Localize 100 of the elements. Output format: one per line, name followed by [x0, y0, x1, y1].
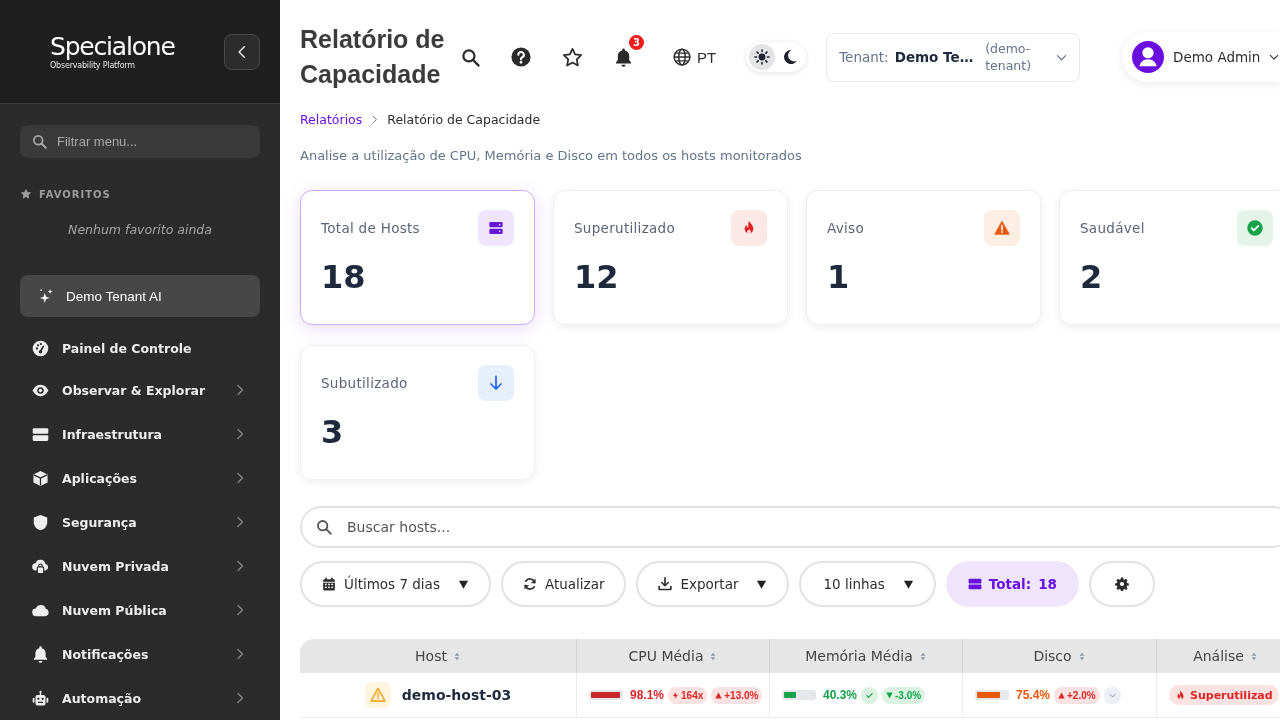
avatar-icon	[1132, 41, 1164, 73]
lightning-icon	[672, 691, 680, 699]
chevron-down-icon	[1103, 686, 1121, 704]
nav-item[interactable]: Automação	[20, 676, 260, 720]
refresh-button[interactable]: Atualizar	[500, 561, 627, 607]
bell-icon	[613, 47, 633, 67]
search-icon	[32, 134, 47, 149]
caret-down-icon	[902, 578, 914, 590]
chevron-down-icon	[1269, 52, 1280, 62]
arrow-down-icon	[478, 365, 514, 401]
total-count-chip[interactable]: Total: 18	[945, 561, 1079, 607]
star-icon	[561, 46, 583, 68]
nav-item[interactable]: Notificações	[20, 632, 260, 676]
stat-label: Saudável	[1080, 220, 1145, 236]
nav-item[interactable]: Aplicações	[20, 456, 260, 500]
bell-icon	[32, 645, 49, 663]
status-label: Superutilizad	[1190, 688, 1273, 702]
check-icon	[861, 686, 879, 704]
stat-label: Aviso	[827, 220, 864, 236]
caret-down-icon	[756, 578, 768, 590]
sort-icon	[709, 651, 718, 661]
settings-icon	[1114, 577, 1129, 591]
host-search-field[interactable]: Buscar hosts...	[300, 506, 1280, 548]
stat-value: 3	[321, 413, 345, 451]
nav-item[interactable]: Nuvem Pública	[20, 588, 260, 632]
date-range-dropdown[interactable]: Últimos 7 dias	[300, 561, 491, 607]
chevron-right-icon	[370, 114, 380, 124]
column-header[interactable]: Disco	[962, 639, 1156, 673]
search-icon	[460, 47, 480, 67]
triangle-down-icon	[886, 691, 894, 699]
language-button[interactable]: PT	[654, 37, 721, 77]
nav-item[interactable]: Segurança	[20, 500, 260, 544]
nav-item[interactable]: Infraestrutura	[20, 412, 260, 456]
nav-item[interactable]: Observar & Explorar	[20, 368, 260, 412]
server-icon	[967, 577, 982, 591]
warning-icon	[984, 210, 1020, 246]
column-header[interactable]: Análise	[1156, 639, 1280, 673]
page-title: Relatório de Capacidade	[300, 24, 446, 90]
stat-card[interactable]: Subutilizado 3	[300, 345, 535, 480]
flame-icon	[731, 210, 767, 246]
chevron-right-icon	[234, 428, 246, 440]
page-size-dropdown[interactable]: 10 linhas	[799, 561, 936, 607]
moon-icon	[782, 49, 799, 65]
stat-card[interactable]: Total de Hosts 18	[300, 190, 535, 325]
chevron-right-icon	[234, 560, 246, 572]
sort-icon	[1249, 651, 1258, 661]
filter-field[interactable]: Filtrar menu...	[20, 125, 260, 158]
flame-icon	[1175, 689, 1186, 701]
caret-down-icon	[457, 578, 469, 590]
sun-icon	[754, 49, 771, 65]
breadcrumb-link[interactable]: Relatórios	[300, 111, 363, 127]
empty-favorites-text: Nenhum favorito ainda	[67, 222, 213, 238]
favorites-heading: FAVORITOS	[39, 188, 111, 200]
usage-reading: 98.1%	[630, 688, 665, 702]
warning-icon	[364, 682, 391, 708]
notification-count: 3	[627, 33, 646, 52]
stat-label: Total de Hosts	[321, 220, 420, 236]
sort-icon	[452, 651, 461, 661]
chevron-right-icon	[234, 472, 246, 484]
nav-item[interactable]: Painel de Controle	[20, 328, 260, 368]
column-header[interactable]: Memória Média	[769, 639, 962, 673]
ai-assistant-button[interactable]: Demo Tenant AI	[20, 275, 260, 317]
usage-reading: 40.3%	[823, 688, 858, 702]
light-mode-button[interactable]	[749, 44, 776, 70]
nav-item[interactable]: Nuvem Privada	[20, 544, 260, 588]
logo-tagline: Observability Platform	[50, 60, 135, 71]
stat-value: 12	[574, 258, 620, 296]
shield-icon	[32, 513, 49, 531]
triangle-up-icon	[715, 691, 723, 699]
logo-text: Specialone	[50, 32, 175, 61]
cloud-lock-icon	[32, 557, 49, 575]
globe-icon	[673, 48, 691, 66]
cube-icon	[32, 469, 49, 487]
user-menu-button[interactable]: Demo Admin	[1122, 32, 1280, 82]
stat-label: Subutilizado	[321, 375, 408, 391]
sort-icon	[918, 651, 927, 661]
column-header[interactable]: CPU Média	[576, 639, 769, 673]
chevron-right-icon	[234, 692, 246, 704]
collapse-sidebar-button[interactable]	[224, 33, 260, 70]
download-icon	[658, 577, 673, 591]
breadcrumb-current: Relatório de Capacidade	[387, 111, 541, 127]
chevron-right-icon	[234, 516, 246, 528]
column-header[interactable]: Host	[300, 639, 576, 673]
badge-value: -3.0%	[895, 689, 922, 701]
usage-reading: 75.4%	[1016, 688, 1051, 702]
settings-button[interactable]	[1088, 561, 1155, 607]
badge-value: 164x	[681, 689, 704, 701]
gauge-icon	[32, 339, 49, 357]
stat-card[interactable]: Saudável 2	[1059, 190, 1280, 325]
server-icon	[478, 210, 514, 246]
stat-value: 2	[1080, 258, 1104, 296]
stat-card[interactable]: Aviso 1	[806, 190, 1041, 325]
host-name[interactable]: demo-host-03	[401, 687, 512, 703]
server-icon	[32, 425, 49, 443]
chevron-right-icon	[234, 384, 246, 396]
badge-value: +13.0%	[724, 689, 759, 701]
search-icon	[316, 519, 332, 535]
export-dropdown[interactable]: Exportar	[636, 561, 790, 607]
stat-card[interactable]: Superutilizado 12	[553, 190, 788, 325]
calendar-icon	[322, 577, 336, 591]
